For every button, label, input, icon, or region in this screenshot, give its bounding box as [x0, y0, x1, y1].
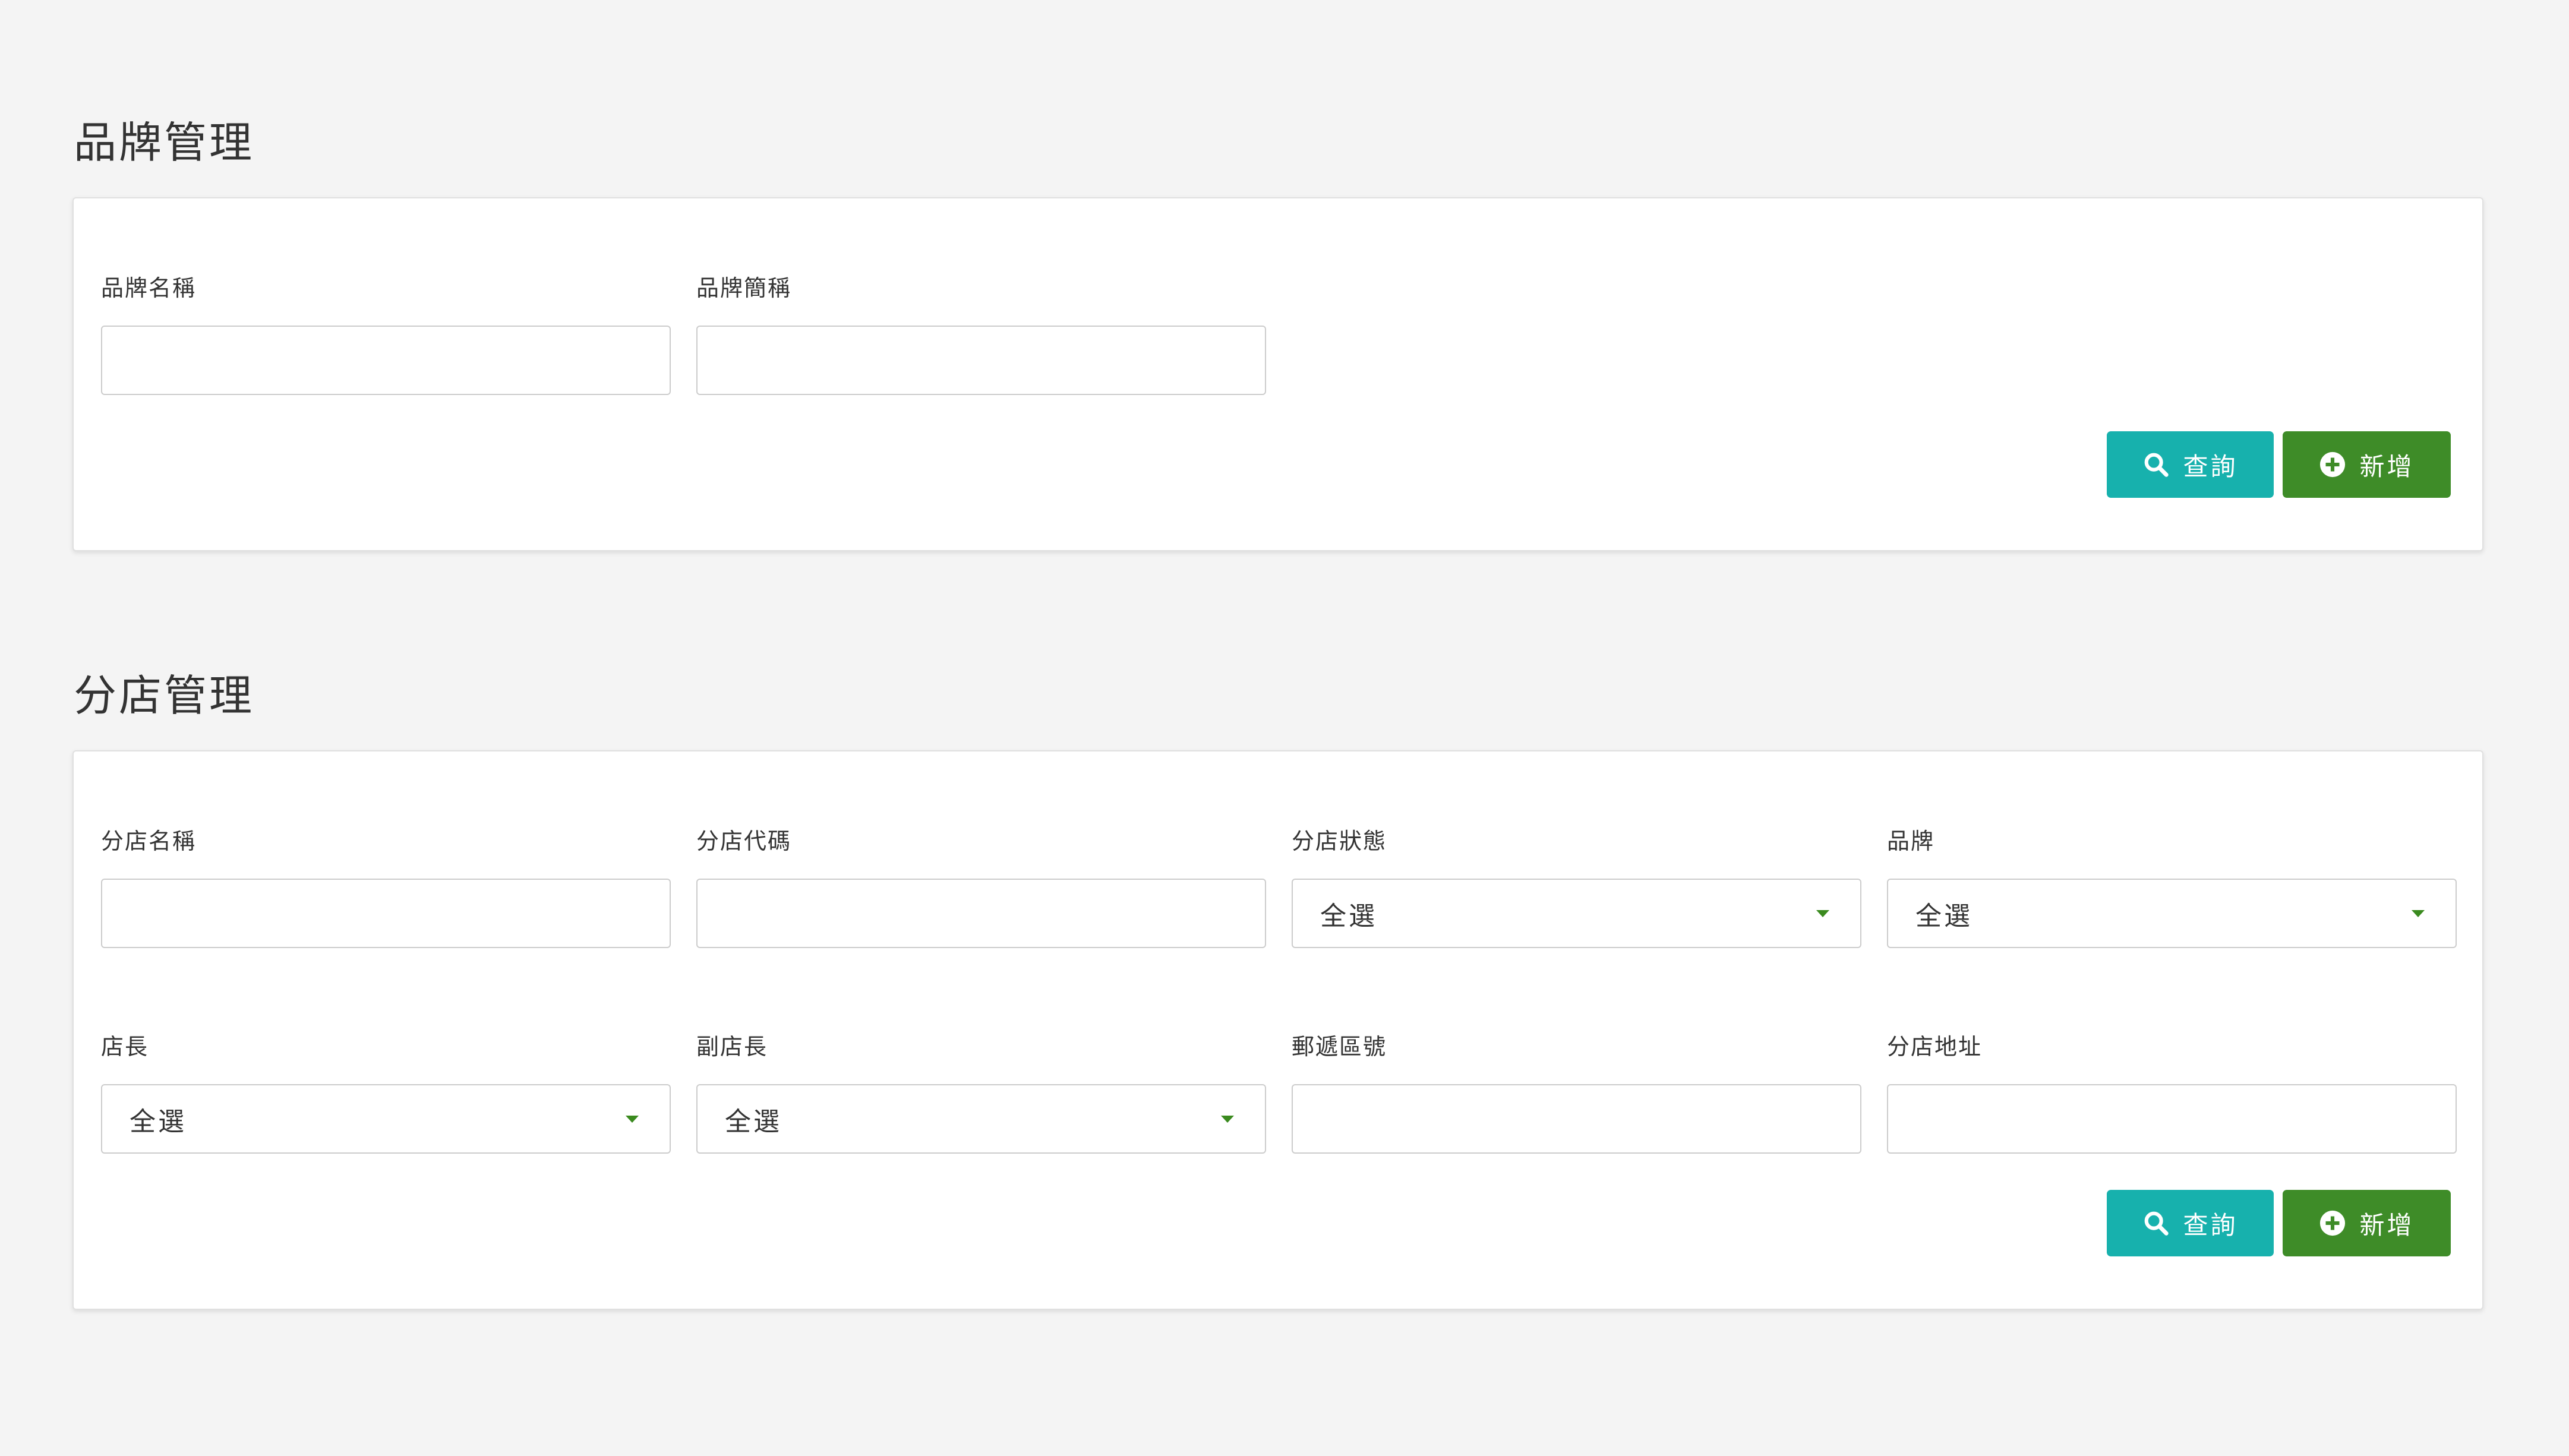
caret-down-icon: [1221, 1115, 1234, 1123]
brand-query-button[interactable]: 查詢: [2107, 431, 2274, 498]
brand-filter-select[interactable]: 全選: [1887, 879, 2457, 948]
branch-name-field: 分店名稱: [101, 828, 671, 948]
store-manager-select[interactable]: 全選: [101, 1084, 671, 1154]
branch-query-label: 查詢: [2183, 1210, 2238, 1240]
postal-code-input[interactable]: [1292, 1084, 1861, 1154]
assistant-manager-select[interactable]: 全選: [696, 1084, 1266, 1154]
branch-status-label: 分店狀態: [1292, 828, 1387, 854]
search-icon: [2145, 1211, 2169, 1236]
branch-add-button[interactable]: 新增: [2283, 1190, 2451, 1256]
page: 品牌管理 品牌名稱 品牌簡稱 查詢 新增 分店管理 分店名稱 分店代碼 分店狀態…: [0, 0, 2569, 1456]
branch-code-input[interactable]: [696, 879, 1266, 948]
branch-name-label: 分店名稱: [101, 828, 197, 854]
brand-filter-label: 品牌: [1887, 828, 1935, 854]
store-manager-field: 店長 全選: [101, 1034, 671, 1154]
brand-query-label: 查詢: [2183, 451, 2238, 481]
brand-add-button[interactable]: 新增: [2283, 431, 2451, 498]
plus-circle-icon: [2320, 451, 2346, 478]
brand-name-input[interactable]: [101, 326, 671, 395]
branch-address-label: 分店地址: [1887, 1034, 1983, 1060]
branch-query-button[interactable]: 查詢: [2107, 1190, 2274, 1256]
branch-address-input[interactable]: [1887, 1084, 2457, 1154]
brand-filter-field: 品牌 全選: [1887, 828, 2457, 948]
caret-down-icon: [1816, 909, 1829, 917]
branch-name-input[interactable]: [101, 879, 671, 948]
caret-down-icon: [2412, 909, 2425, 917]
postal-code-label: 郵遞區號: [1292, 1034, 1387, 1060]
assistant-manager-field: 副店長 全選: [696, 1034, 1266, 1154]
store-manager-value: 全選: [130, 1106, 187, 1137]
brand-name-field: 品牌名稱: [101, 275, 671, 395]
search-icon: [2145, 453, 2169, 477]
postal-code-field: 郵遞區號: [1292, 1034, 1861, 1154]
brand-filter-value: 全選: [1915, 901, 1972, 931]
brand-short-name-field: 品牌簡稱: [696, 275, 1266, 395]
branch-status-select[interactable]: 全選: [1292, 879, 1861, 948]
brand-name-label: 品牌名稱: [101, 275, 197, 301]
brand-short-name-input[interactable]: [696, 326, 1266, 395]
store-manager-label: 店長: [101, 1034, 149, 1060]
branch-code-field: 分店代碼: [696, 828, 1266, 948]
brand-search-panel: 品牌名稱 品牌簡稱 查詢 新增: [72, 197, 2483, 551]
brand-short-name-label: 品牌簡稱: [696, 275, 792, 301]
branch-add-label: 新增: [2359, 1210, 2415, 1240]
caret-down-icon: [626, 1115, 639, 1123]
plus-circle-icon: [2320, 1210, 2346, 1236]
branch-status-value: 全選: [1320, 901, 1377, 931]
branch-search-panel: 分店名稱 分店代碼 分店狀態 全選 品牌 全選 店長 全選 副店長 全選 郵遞區…: [72, 750, 2483, 1310]
brand-add-label: 新增: [2359, 451, 2415, 481]
assistant-manager-label: 副店長: [696, 1034, 768, 1060]
brand-section-title: 品牌管理: [74, 118, 255, 168]
branch-section-title: 分店管理: [74, 671, 255, 721]
branch-address-field: 分店地址: [1887, 1034, 2457, 1154]
branch-code-label: 分店代碼: [696, 828, 792, 854]
branch-status-field: 分店狀態 全選: [1292, 828, 1861, 948]
assistant-manager-value: 全選: [725, 1106, 782, 1137]
